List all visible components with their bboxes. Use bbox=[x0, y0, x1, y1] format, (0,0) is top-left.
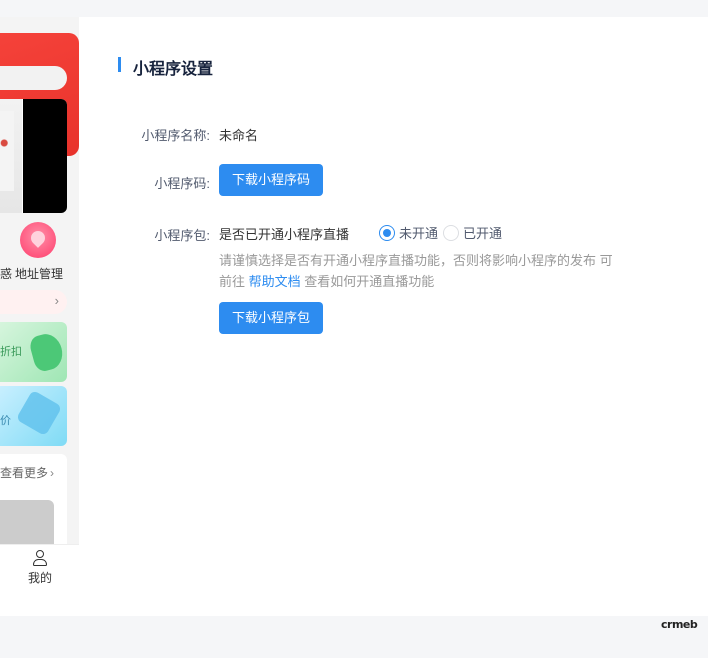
tab-me-label: 我的 bbox=[28, 571, 53, 585]
icon-label-address: 地址管理 bbox=[15, 267, 64, 281]
phone-more-panel: 查看更多 › bbox=[0, 454, 67, 554]
promo-card-blue: 价 bbox=[0, 386, 67, 446]
promo-blue-text: 价 bbox=[0, 415, 11, 427]
phone-preview: 惑 地址管理 › 折扣 价 查看更多 › 我的 bbox=[0, 17, 79, 616]
phone-icon-row: 惑 地址管理 bbox=[0, 222, 79, 284]
phone-notice-bar: › bbox=[0, 290, 67, 314]
help-doc-link[interactable]: 帮助文档 bbox=[249, 274, 301, 289]
radio-not-opened[interactable]: 未开通 bbox=[379, 223, 438, 242]
radio-not-opened-label: 未开通 bbox=[399, 226, 439, 241]
address-pin-icon bbox=[20, 222, 56, 258]
code-label: 小程序码: bbox=[154, 176, 210, 191]
phone-banner bbox=[0, 99, 67, 213]
megaphone-icon bbox=[27, 330, 67, 374]
promo-green-text: 折扣 bbox=[0, 346, 22, 358]
section-accent-bar bbox=[118, 57, 121, 72]
chevron-right-icon: › bbox=[50, 466, 55, 480]
banner-dark-panel bbox=[23, 99, 67, 213]
banner-product-image bbox=[0, 99, 22, 213]
live-hint: 请谨慎选择是否有开通小程序直播功能，否则将影响小程序的发布 可前往 帮助文档 查… bbox=[219, 253, 613, 289]
radio-dot[interactable] bbox=[443, 224, 459, 241]
radio-opened-label: 已开通 bbox=[463, 226, 503, 241]
radio-dot-checked[interactable] bbox=[379, 224, 395, 241]
download-code-button[interactable]: 下载小程序码 bbox=[219, 164, 323, 196]
main-card: 惑 地址管理 › 折扣 价 查看更多 › 我的 小程序设置 小程序名称: 未命名 … bbox=[0, 17, 708, 616]
phone-search-bar bbox=[0, 66, 67, 90]
user-icon bbox=[33, 550, 47, 566]
view-more-link: 查看更多 › bbox=[0, 466, 55, 480]
chevron-right-icon: › bbox=[54, 293, 59, 308]
promo-shape-icon bbox=[15, 389, 63, 437]
crmeb-logo: crmeb bbox=[661, 618, 698, 631]
section-title: 小程序设置 bbox=[133, 61, 214, 78]
live-question: 是否已开通小程序直播 bbox=[219, 227, 350, 242]
name-value: 未命名 bbox=[219, 128, 259, 143]
phone-tabbar: 我的 bbox=[0, 544, 79, 616]
name-label: 小程序名称: bbox=[141, 128, 210, 143]
icon-label-cut: 惑 bbox=[0, 267, 13, 281]
radio-opened[interactable]: 已开通 bbox=[443, 223, 502, 242]
promo-card-green: 折扣 bbox=[0, 322, 67, 382]
download-package-button[interactable]: 下载小程序包 bbox=[219, 302, 323, 334]
package-label: 小程序包: bbox=[154, 228, 210, 243]
